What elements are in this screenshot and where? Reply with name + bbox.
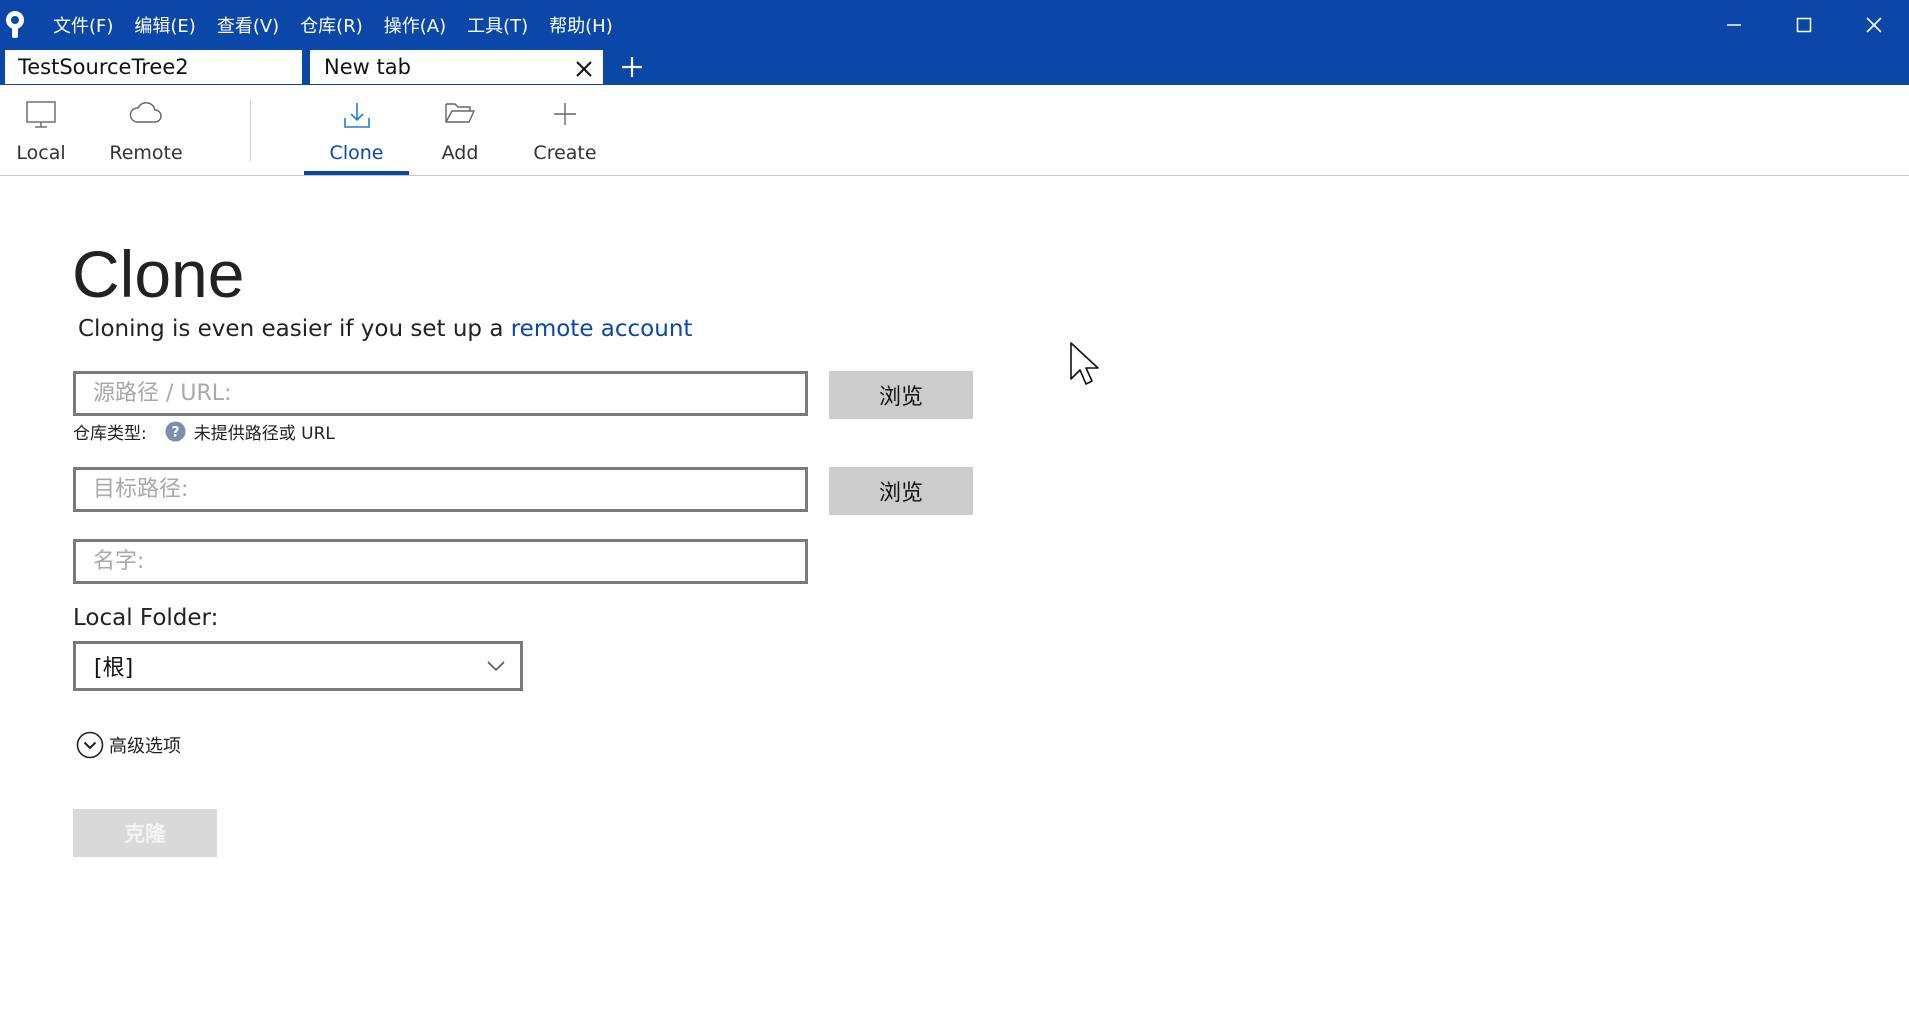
monitor-icon	[26, 101, 56, 128]
chevron-down-icon	[487, 661, 505, 672]
close-window-button[interactable]	[1839, 0, 1909, 49]
browse-source-button[interactable]: 浏览	[829, 371, 973, 419]
new-tab-plus-icon[interactable]	[618, 55, 646, 79]
clone-button[interactable]: 克隆	[73, 809, 217, 857]
toolbar-add[interactable]: Add	[430, 85, 490, 175]
tab-label: TestSourceTree2	[18, 55, 189, 79]
maximize-button[interactable]	[1769, 0, 1839, 49]
advanced-options-toggle[interactable]: 高级选项	[76, 731, 181, 759]
menu-help[interactable]: 帮助(H)	[549, 12, 613, 38]
minimize-icon	[1727, 23, 1741, 26]
source-url-field[interactable]	[73, 371, 808, 416]
close-icon	[1866, 16, 1882, 33]
local-folder-select[interactable]: [根]	[73, 641, 523, 691]
local-folder-value: [根]	[94, 656, 134, 681]
toolbar-create-label: Create	[533, 142, 597, 164]
menu-actions[interactable]: 操作(A)	[384, 12, 446, 38]
title-bar: 文件(F) 编辑(E) 查看(V) 仓库(R) 操作(A) 工具(T) 帮助(H…	[0, 0, 1909, 49]
destination-path-input[interactable]	[93, 477, 805, 502]
folder-open-icon	[445, 103, 476, 123]
minimize-button[interactable]	[1699, 0, 1769, 49]
download-icon	[343, 103, 370, 128]
cloud-icon	[129, 102, 162, 123]
mouse-cursor-icon	[1070, 342, 1099, 385]
toolbar-add-label: Add	[441, 142, 479, 164]
svg-text:?: ?	[171, 425, 179, 441]
plus-icon	[554, 103, 576, 125]
clone-subtitle: Cloning is even easier if you set up a r…	[78, 316, 692, 342]
toolbar-local-label: Local	[16, 142, 66, 164]
toolbar-remote[interactable]: Remote	[103, 85, 189, 175]
menu-bar: 文件(F) 编辑(E) 查看(V) 仓库(R) 操作(A) 工具(T) 帮助(H…	[53, 0, 634, 49]
toolbar-local[interactable]: Local	[8, 85, 74, 175]
circle-chevron-down-icon	[76, 731, 104, 759]
toolbar-remote-label: Remote	[109, 142, 183, 164]
menu-tools[interactable]: 工具(T)	[467, 12, 528, 38]
menu-file[interactable]: 文件(F)	[53, 12, 113, 38]
question-icon: ?	[165, 421, 186, 442]
repo-type-label: 仓库类型:	[73, 424, 147, 444]
maximize-icon	[1796, 17, 1812, 32]
repo-type-row: 仓库类型: ? 未提供路径或 URL	[73, 419, 335, 444]
toolbar-clone-label: Clone	[329, 142, 384, 164]
tab-close-icon[interactable]	[575, 60, 593, 78]
page-title: Clone	[72, 237, 245, 311]
advanced-options-label: 高级选项	[109, 736, 181, 757]
repo-type-value: 未提供路径或 URL	[193, 424, 335, 444]
tab-label: New tab	[324, 55, 411, 79]
menu-repository[interactable]: 仓库(R)	[300, 12, 363, 38]
toolbar-separator	[250, 99, 251, 161]
local-folder-label: Local Folder:	[73, 605, 219, 631]
source-url-input[interactable]	[93, 381, 805, 406]
toolbar: Local Remote Clone Add Create	[0, 85, 1909, 176]
toolbar-clone[interactable]: Clone	[304, 85, 409, 175]
menu-edit[interactable]: 编辑(E)	[134, 12, 195, 38]
destination-path-field[interactable]	[73, 467, 808, 512]
tab-testsourcetree2[interactable]: TestSourceTree2	[4, 49, 303, 85]
sourcetree-logo-icon	[6, 11, 24, 38]
remote-account-link[interactable]: remote account	[511, 316, 693, 342]
toolbar-create[interactable]: Create	[528, 85, 602, 175]
browse-destination-button[interactable]: 浏览	[829, 467, 973, 515]
active-tab-indicator	[304, 171, 409, 175]
menu-view[interactable]: 查看(V)	[217, 12, 279, 38]
name-field[interactable]	[73, 539, 808, 584]
window-controls	[1699, 0, 1909, 49]
tab-strip: TestSourceTree2 New tab	[0, 49, 1909, 85]
subtitle-text: Cloning is even easier if you set up a	[78, 316, 511, 342]
name-input[interactable]	[93, 549, 805, 574]
tab-new-tab[interactable]: New tab	[309, 49, 604, 85]
